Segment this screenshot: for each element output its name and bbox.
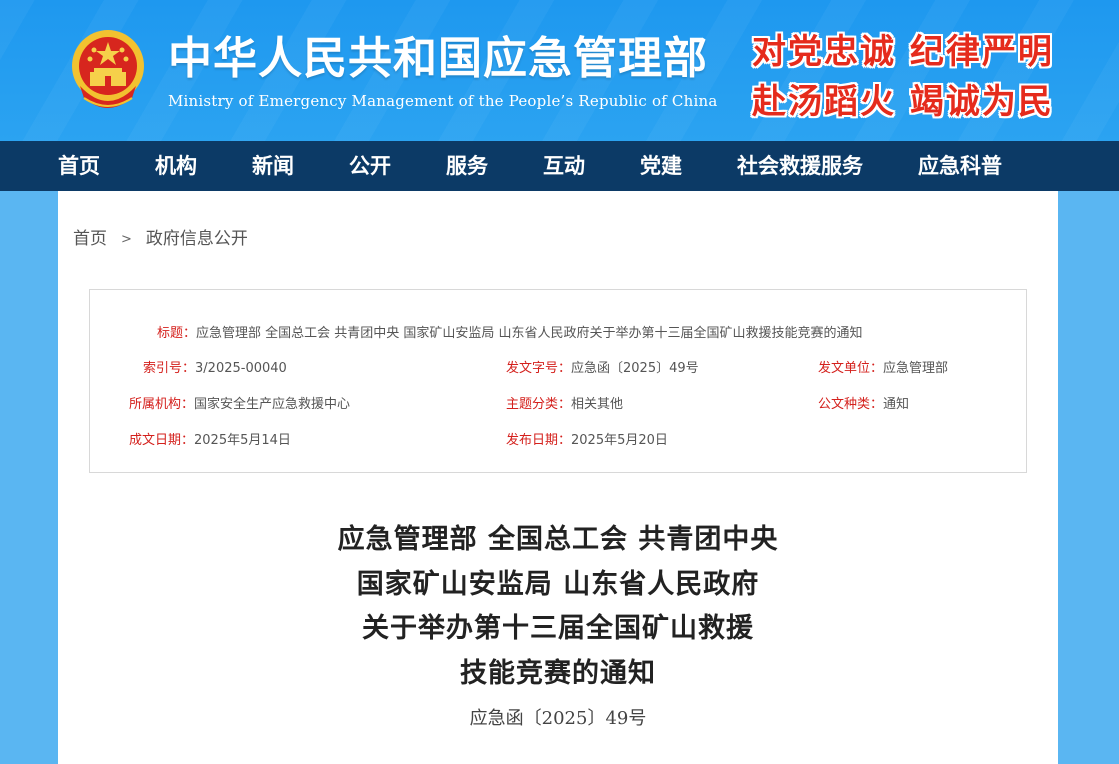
document-title-line-4: 技能竞赛的通知	[460, 658, 656, 689]
nav-item-news[interactable]: 新闻	[252, 141, 294, 191]
site-title[interactable]: 中华人民共和国应急管理部	[168, 22, 708, 86]
info-type-value: 通知	[883, 397, 910, 412]
site-header: 中华人民共和国应急管理部 Ministry of Emergency Manag…	[0, 0, 1119, 141]
info-docnum-label: 发文字号：	[506, 361, 572, 376]
info-org: 所属机构：国家安全生产应急救援中心	[129, 393, 350, 412]
document-title-line-3: 关于举办第十三届全国矿山救援	[362, 613, 754, 644]
breadcrumb-home[interactable]: 首页	[73, 229, 107, 249]
nav-item-science[interactable]: 应急科普	[918, 141, 1002, 191]
slogan-line-1: 对党忠诚 纪律严明	[752, 32, 1054, 72]
nav-item-disclosure[interactable]: 公开	[349, 141, 391, 191]
nav-item-organization[interactable]: 机构	[155, 141, 197, 191]
info-topic-label: 主题分类：	[506, 397, 572, 412]
info-type: 公文种类：通知	[818, 393, 909, 412]
nav-item-party[interactable]: 党建	[640, 141, 682, 191]
info-created-value: 2025年5月14日	[194, 433, 291, 448]
breadcrumb: 首页 > 政府信息公开	[73, 224, 248, 249]
info-index-label: 索引号：	[143, 361, 196, 376]
breadcrumb-current[interactable]: 政府信息公开	[146, 229, 248, 249]
info-title-label: 标题：	[157, 326, 197, 341]
nav-item-services[interactable]: 服务	[446, 141, 488, 191]
info-title-value: 应急管理部 全国总工会 共青团中央 国家矿山安监局 山东省人民政府关于举办第十三…	[196, 326, 863, 341]
info-title: 标题：应急管理部 全国总工会 共青团中央 国家矿山安监局 山东省人民政府关于举办…	[157, 322, 863, 341]
national-emblem-icon[interactable]	[70, 28, 146, 112]
info-issuer-label: 发文单位：	[818, 361, 884, 376]
info-issuer-value: 应急管理部	[883, 361, 949, 376]
nav-item-interaction[interactable]: 互动	[543, 141, 585, 191]
breadcrumb-separator: >	[121, 231, 132, 247]
info-created-label: 成文日期：	[129, 433, 195, 448]
slogan-line-2: 赴汤蹈火 竭诚为民	[752, 82, 1054, 122]
info-published-label: 发布日期：	[506, 433, 572, 448]
info-type-label: 公文种类：	[818, 397, 884, 412]
info-index-value: 3/2025-00040	[195, 361, 287, 376]
info-docnum-value: 应急函〔2025〕49号	[571, 361, 699, 376]
info-org-value: 国家安全生产应急救援中心	[194, 397, 351, 412]
info-topic: 主题分类：相关其他	[506, 393, 623, 412]
info-created: 成文日期：2025年5月14日	[129, 429, 291, 448]
info-published: 发布日期：2025年5月20日	[506, 429, 668, 448]
info-topic-value: 相关其他	[571, 397, 624, 412]
content-panel: 首页 > 政府信息公开 标题：应急管理部 全国总工会 共青团中央 国家矿山安监局 山…	[58, 191, 1058, 764]
nav-item-home[interactable]: 首页	[58, 141, 100, 191]
info-index: 索引号：3/2025-00040	[143, 357, 287, 376]
document-info-box: 标题：应急管理部 全国总工会 共青团中央 国家矿山安监局 山东省人民政府关于举办…	[89, 289, 1027, 473]
main-nav: 首页 机构 新闻 公开 服务 互动 党建 社会救援服务 应急科普	[0, 141, 1119, 191]
info-published-value: 2025年5月20日	[571, 433, 668, 448]
document-title-line-1: 应急管理部 全国总工会 共青团中央	[337, 524, 779, 555]
nav-item-rescue-services[interactable]: 社会救援服务	[737, 141, 863, 191]
document-title-line-2: 国家矿山安监局 山东省人民政府	[356, 569, 760, 600]
info-docnum: 发文字号：应急函〔2025〕49号	[506, 357, 699, 376]
info-org-label: 所属机构：	[129, 397, 195, 412]
site-subtitle: Ministry of Emergency Management of the …	[168, 92, 718, 110]
info-issuer: 发文单位：应急管理部	[818, 357, 948, 376]
document-number: 应急函〔2025〕49号	[469, 708, 647, 729]
